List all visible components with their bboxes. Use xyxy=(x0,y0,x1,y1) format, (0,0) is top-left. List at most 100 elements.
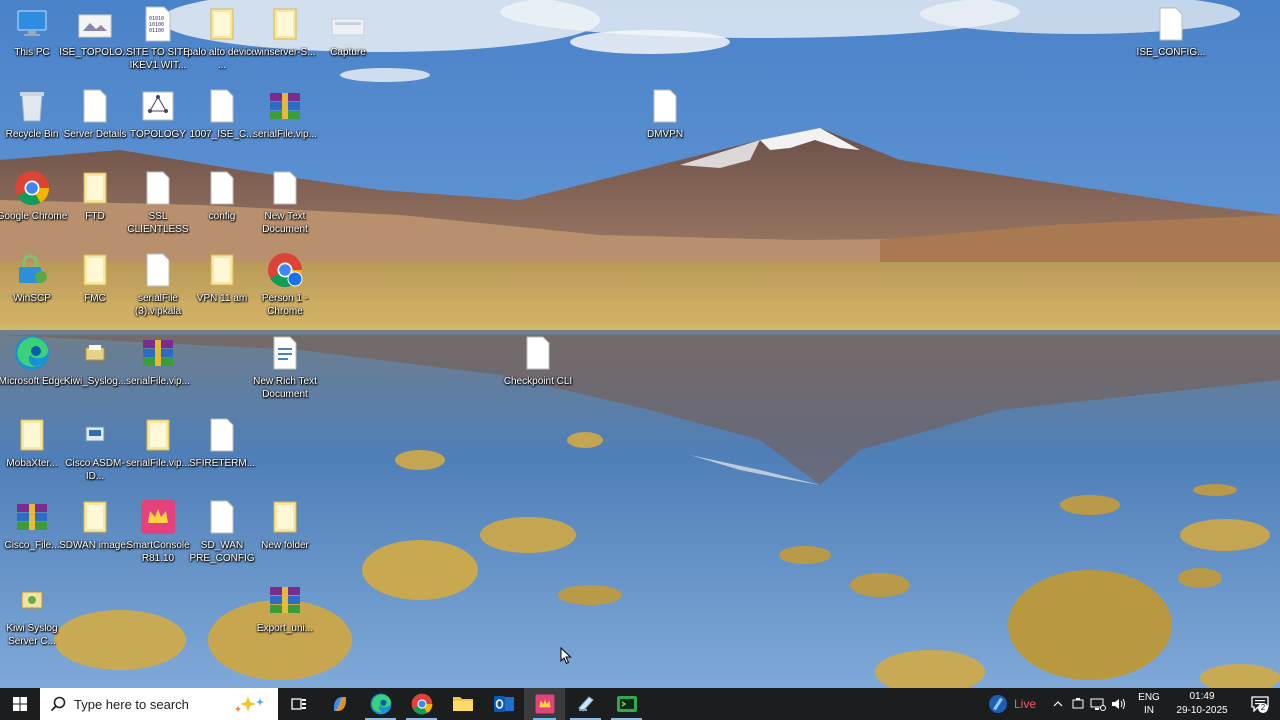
desktop-icon-serialfile-archive-2[interactable]: serialFile.vip... xyxy=(126,333,190,389)
text-file-icon xyxy=(138,250,178,290)
desktop-icon-server-details[interactable]: Server Details xyxy=(63,86,127,142)
desktop-icon-site-to-site[interactable]: 01010 10100 01100 SITE TO SITE IKEV1 WIT..… xyxy=(126,4,190,72)
smartconsole-icon xyxy=(138,497,178,537)
desktop-icon-ise-topology[interactable]: ISE_TOPOLO... xyxy=(59,4,131,60)
desktop-icon-person-1-chrome[interactable]: Person 1 - Chrome xyxy=(253,250,317,318)
text-file-icon xyxy=(202,497,242,537)
desktop-icon-vpn-11-am[interactable]: VPN 11 am xyxy=(190,250,254,306)
speaker-icon xyxy=(1112,698,1125,710)
chrome-taskbar-button[interactable] xyxy=(401,688,442,720)
text-file-icon xyxy=(1151,4,1191,44)
desktop-icon-topology[interactable]: TOPOLOGY xyxy=(126,86,190,142)
search-highlight-icon xyxy=(235,696,264,712)
input-language-indicator[interactable]: ENG IN xyxy=(1134,691,1164,717)
folder-icon xyxy=(265,4,305,44)
desktop-icon-sdwan-images[interactable]: SDWAN images xyxy=(59,497,131,553)
notes-taskbar-button[interactable] xyxy=(565,688,606,720)
language-region: IN xyxy=(1144,705,1154,716)
desktop-icon-checkpoint-cli[interactable]: Checkpoint CLI xyxy=(504,333,572,389)
text-file-icon xyxy=(202,415,242,455)
text-file-icon xyxy=(645,86,685,126)
search-icon xyxy=(50,696,66,712)
desktop-icon-dmvpn[interactable]: DMVPN xyxy=(633,86,697,142)
network-button[interactable] xyxy=(1088,688,1108,720)
winrar-archive-icon xyxy=(12,497,52,537)
cisco-asdm-icon xyxy=(75,415,115,455)
desktop-icon-fmc[interactable]: FMC xyxy=(63,250,127,306)
desktop-icon-kiwi-syslog-server[interactable]: Kiwi Syslog Server C... xyxy=(0,580,64,648)
desktop-icon-winscp[interactable]: WinSCP xyxy=(0,250,64,306)
desktop-icon-palo-alto[interactable]: palo alto device ... xyxy=(187,4,257,72)
desktop-icon-capture[interactable]: Capture xyxy=(316,4,380,60)
search-placeholder: Type here to search xyxy=(74,696,189,712)
diagram-file-icon xyxy=(138,86,178,126)
live-label: Live xyxy=(1013,697,1036,711)
edge-icon xyxy=(370,693,391,715)
terminal-icon xyxy=(616,696,637,712)
desktop-icon-new-text-document[interactable]: New Text Document xyxy=(253,168,317,236)
desktop-icon-recycle-bin[interactable]: Recycle Bin xyxy=(0,86,64,142)
file-explorer-button[interactable] xyxy=(442,688,483,720)
desktop-icon-new-rich-text[interactable]: New Rich Text Document xyxy=(253,333,317,401)
desktop-icon-winserver[interactable]: winserver-S... xyxy=(253,4,317,60)
copilot-button[interactable] xyxy=(319,688,360,720)
text-file-icon xyxy=(265,168,305,208)
desktop-icon-cisco-file[interactable]: Cisco_File... xyxy=(0,497,64,553)
image-file-icon xyxy=(328,4,368,44)
volume-button[interactable] xyxy=(1108,688,1128,720)
desktop-icon-google-chrome[interactable]: Google Chrome xyxy=(0,168,67,224)
desktop[interactable]: This PC ISE_TOPOLO... 01010 10100 01100 SI… xyxy=(0,0,1280,688)
edge-icon xyxy=(12,333,52,373)
desktop-icon-ssl-clientless[interactable]: SSL CLIENTLESS xyxy=(126,168,190,236)
outlook-icon xyxy=(493,696,514,712)
show-hidden-icons-button[interactable] xyxy=(1048,688,1068,720)
clock[interactable]: 01:49 29-10-2025 xyxy=(1170,690,1234,718)
desktop-icon-new-folder[interactable]: New folder xyxy=(253,497,317,553)
desktop-icon-mobaxterm[interactable]: MobaXter... xyxy=(0,415,64,471)
clock-date: 29-10-2025 xyxy=(1176,705,1228,716)
chrome-profile-icon xyxy=(265,250,305,290)
mouse-cursor-icon xyxy=(560,647,572,665)
folder-icon xyxy=(75,250,115,290)
network-icon xyxy=(1090,698,1106,711)
notification-count-badge: 2 xyxy=(1258,703,1268,713)
desktop-icon-this-pc[interactable]: This PC xyxy=(0,4,64,60)
desktop-icon-config[interactable]: config xyxy=(190,168,254,224)
desktop-icon-serialfile-archive-1[interactable]: serialFile.vip... xyxy=(253,86,317,142)
winrar-archive-icon xyxy=(265,580,305,620)
tray-app-button[interactable] xyxy=(1068,688,1088,720)
image-file-icon xyxy=(75,4,115,44)
desktop-icon-sfireterm[interactable]: SFIRETERM... xyxy=(189,415,255,471)
chrome-icon xyxy=(411,693,432,715)
desktop-icon-1007-ise[interactable]: 1007_ISE_C... xyxy=(189,86,255,142)
outlook-button[interactable] xyxy=(483,688,524,720)
system-tray: Live ENG IN 01:49 29-10-2025 2 xyxy=(988,688,1280,720)
desktop-icon-smartconsole[interactable]: SmartConsole R81.10 xyxy=(126,497,190,565)
winrar-archive-icon xyxy=(265,86,305,126)
task-view-button[interactable] xyxy=(278,688,319,720)
taskbar-search-box[interactable]: Type here to search xyxy=(40,688,278,720)
terminal-taskbar-button[interactable] xyxy=(606,688,647,720)
folder-icon xyxy=(138,415,178,455)
desktop-icon-cisco-asdm[interactable]: Cisco ASDM-ID... xyxy=(63,415,127,483)
live-widget[interactable]: Live xyxy=(988,694,1036,714)
desktop-icon-serialfile-3[interactable]: serialFile (3).vipkala xyxy=(126,250,190,318)
desktop-icon-kiwi-syslog-installer[interactable]: Kiwi_Syslog... xyxy=(63,333,127,389)
desktop-icon-microsoft-edge[interactable]: Microsoft Edge xyxy=(0,333,65,389)
desktop-icon-sd-wan-pre-config[interactable]: SD_WAN PRE_CONFIG xyxy=(189,497,255,565)
binary-file-icon: 01010 10100 01100 xyxy=(138,4,178,44)
notification-center-button[interactable]: 2 xyxy=(1240,688,1280,720)
desktop-icon-serialfile-folder[interactable]: serialFile.vip... xyxy=(126,415,190,471)
desktop-icon-ise-config[interactable]: ISE_CONFIG... xyxy=(1137,4,1205,60)
desktop-icon-ftd[interactable]: FTD xyxy=(63,168,127,224)
start-button[interactable] xyxy=(0,688,40,720)
taskbar: Type here to search Live ENG IN 01:49 29… xyxy=(0,688,1280,720)
task-view-icon xyxy=(290,698,306,710)
notepad-icon xyxy=(577,696,594,712)
svg-text:01100: 01100 xyxy=(149,28,164,34)
desktop-icon-export-uni[interactable]: Export_uni... xyxy=(253,580,317,636)
smartconsole-taskbar-button[interactable] xyxy=(524,688,565,720)
folder-icon xyxy=(202,4,242,44)
windows-logo-icon xyxy=(13,697,27,711)
edge-taskbar-button[interactable] xyxy=(360,688,401,720)
